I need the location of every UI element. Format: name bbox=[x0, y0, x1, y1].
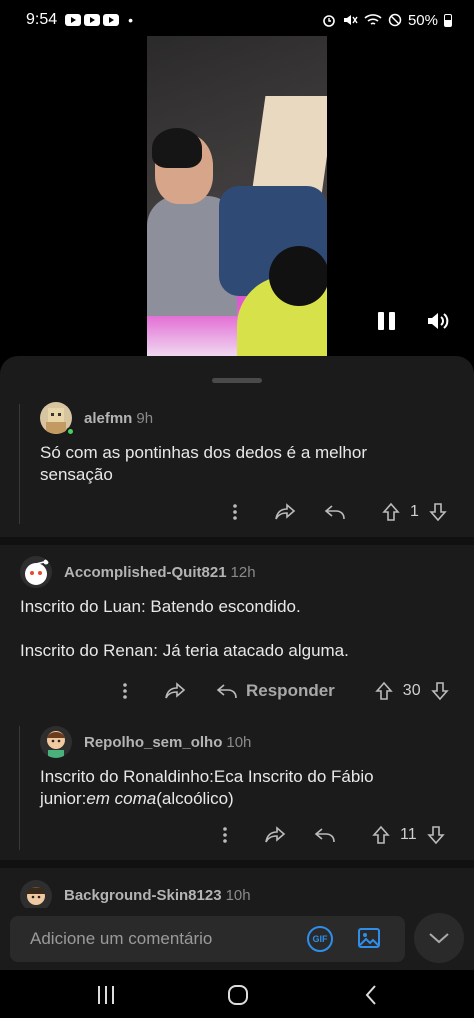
comment-age: 9h bbox=[136, 410, 154, 427]
share-icon[interactable] bbox=[164, 682, 186, 700]
thread-line bbox=[19, 404, 20, 524]
comment-actions: 1 bbox=[224, 498, 464, 526]
comment-body: Inscrito do Ronaldinho:Eca Inscrito do F… bbox=[40, 766, 465, 810]
reply-icon bbox=[216, 684, 237, 699]
back-icon[interactable] bbox=[360, 984, 384, 1006]
online-status-dot bbox=[66, 427, 75, 436]
comment-line: Só com as pontinhas dos dedos é a melhor bbox=[40, 443, 367, 462]
notification-dot: • bbox=[128, 12, 134, 28]
share-icon[interactable] bbox=[274, 503, 296, 521]
comment-age: 12h bbox=[230, 564, 256, 581]
comment-actions: Responder 30 bbox=[114, 677, 464, 705]
username-text: Repolho_sem_olho bbox=[84, 734, 223, 751]
avatar[interactable] bbox=[20, 556, 52, 588]
username-text: Accomplished-Quit821 bbox=[64, 564, 227, 581]
pause-icon[interactable] bbox=[378, 312, 398, 330]
comment-text: junior: bbox=[40, 789, 87, 808]
comment-age: 10h bbox=[225, 887, 251, 904]
chevron-down-icon bbox=[429, 933, 449, 944]
comment-username[interactable]: Repolho_sem_olho 10h bbox=[84, 734, 251, 751]
more-options-icon[interactable] bbox=[224, 504, 246, 520]
comment-divider bbox=[0, 860, 474, 868]
vote-count: 1 bbox=[410, 503, 419, 520]
comment-line: junior:em coma(alcoólico) bbox=[40, 788, 465, 810]
youtube-icon bbox=[84, 14, 101, 26]
youtube-icon bbox=[103, 14, 120, 26]
avatar[interactable] bbox=[40, 726, 72, 758]
mute-icon bbox=[343, 15, 358, 25]
battery-percent: 50% bbox=[407, 11, 438, 29]
more-options-icon[interactable] bbox=[114, 683, 136, 699]
system-nav-bar bbox=[0, 970, 474, 1018]
status-time: 9:54 bbox=[26, 11, 58, 28]
comment-line: Inscrito do Renan: Já teria atacado algu… bbox=[20, 641, 349, 660]
downvote-icon[interactable] bbox=[429, 681, 451, 701]
do-not-disturb-icon bbox=[388, 13, 402, 27]
thread-line bbox=[19, 726, 20, 850]
downvote-icon[interactable] bbox=[425, 825, 447, 845]
gif-label: GIF bbox=[312, 934, 328, 944]
recent-apps-icon[interactable] bbox=[94, 984, 118, 1006]
status-bar: 9:54 • 50% bbox=[0, 0, 474, 40]
vote-count: 11 bbox=[400, 826, 417, 843]
comment-username[interactable]: Accomplished-Quit821 12h bbox=[64, 564, 256, 581]
comment-line: sensação bbox=[40, 465, 113, 484]
home-icon[interactable] bbox=[226, 984, 250, 1006]
reply-button[interactable]: Responder bbox=[216, 681, 335, 701]
comment-text: (alcoólico) bbox=[156, 789, 234, 808]
youtube-icon bbox=[65, 14, 82, 26]
comment-divider bbox=[0, 537, 474, 545]
comment-line: Inscrito do Luan: Batendo escondido. bbox=[20, 597, 301, 616]
volume-icon[interactable] bbox=[426, 310, 450, 332]
reply-label: Responder bbox=[246, 681, 335, 700]
collapse-button[interactable] bbox=[414, 913, 464, 963]
gif-icon[interactable]: GIF bbox=[307, 926, 333, 952]
status-icons: 50% bbox=[322, 12, 452, 29]
reply-icon[interactable] bbox=[324, 503, 346, 521]
more-options-icon[interactable] bbox=[214, 827, 236, 843]
video-frame-second-head bbox=[269, 246, 327, 306]
username-text: Background-Skin8123 bbox=[64, 887, 222, 904]
comment-age: 10h bbox=[226, 734, 252, 751]
battery-icon bbox=[444, 13, 452, 27]
comment-italic-text: em coma bbox=[86, 789, 157, 808]
image-icon[interactable] bbox=[357, 927, 381, 949]
vote-count: 30 bbox=[402, 682, 421, 699]
share-icon[interactable] bbox=[264, 826, 286, 844]
comment-username[interactable]: alefmn 9h bbox=[84, 410, 153, 427]
upvote-icon[interactable] bbox=[370, 825, 392, 845]
wifi-icon bbox=[364, 14, 382, 25]
comment-input[interactable]: Adicione um comentário bbox=[10, 916, 405, 962]
comment-body: Inscrito do Luan: Batendo escondido. Ins… bbox=[20, 596, 460, 662]
video-player[interactable] bbox=[147, 36, 327, 356]
upvote-icon[interactable] bbox=[373, 681, 395, 701]
reply-icon[interactable] bbox=[314, 826, 336, 844]
video-frame-person-hair bbox=[152, 128, 202, 168]
comment-username[interactable]: Background-Skin8123 10h bbox=[64, 887, 251, 904]
downvote-icon[interactable] bbox=[427, 502, 449, 522]
alarm-icon bbox=[323, 15, 335, 27]
comment-input-placeholder: Adicione um comentário bbox=[30, 929, 213, 948]
upvote-icon[interactable] bbox=[380, 502, 402, 522]
comment-body: Só com as pontinhas dos dedos é a melhor… bbox=[40, 442, 460, 486]
comment-actions: 11 bbox=[214, 821, 464, 849]
sheet-drag-handle[interactable] bbox=[212, 378, 262, 383]
username-text: alefmn bbox=[84, 410, 133, 427]
comment-line: Inscrito do Ronaldinho:Eca Inscrito do F… bbox=[40, 767, 374, 786]
